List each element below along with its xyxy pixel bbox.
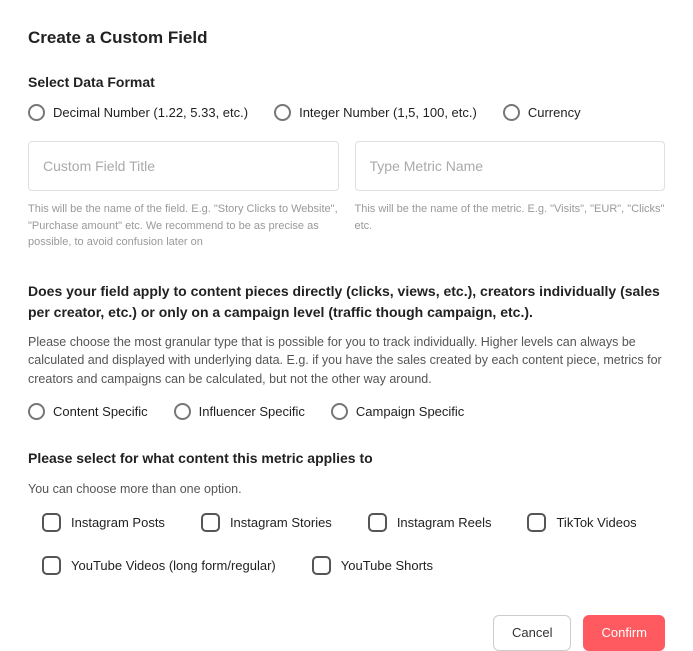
field-title-help: This will be the name of the field. E.g.… (28, 201, 339, 251)
checkbox-tiktok-videos[interactable]: TikTok Videos (527, 513, 636, 532)
radio-content-specific[interactable]: Content Specific (28, 403, 148, 420)
checkbox-youtube-shorts[interactable]: YouTube Shorts (312, 556, 433, 575)
checkbox-icon (42, 556, 61, 575)
content-applies-sub: You can choose more than one option. (28, 480, 665, 499)
content-applies-section: Please select for what content this metr… (28, 450, 665, 575)
checkbox-label: TikTok Videos (556, 515, 636, 530)
radio-label: Currency (528, 105, 581, 120)
radio-campaign-specific[interactable]: Campaign Specific (331, 403, 464, 420)
radio-currency[interactable]: Currency (503, 104, 581, 121)
field-title-input[interactable] (28, 141, 339, 191)
checkbox-icon (527, 513, 546, 532)
content-applies-grid: Instagram Posts Instagram Stories Instag… (28, 513, 665, 575)
granularity-help: Please choose the most granular type tha… (28, 333, 665, 389)
cancel-button[interactable]: Cancel (493, 615, 571, 651)
granularity-section: Does your field apply to content pieces … (28, 281, 665, 420)
radio-label: Decimal Number (1.22, 5.33, etc.) (53, 105, 248, 120)
radio-label: Integer Number (1,5, 100, etc.) (299, 105, 477, 120)
radio-icon (28, 403, 45, 420)
page-title: Create a Custom Field (28, 28, 665, 48)
radio-icon (331, 403, 348, 420)
radio-influencer-specific[interactable]: Influencer Specific (174, 403, 305, 420)
content-applies-heading: Please select for what content this metr… (28, 450, 665, 466)
metric-name-help: This will be the name of the metric. E.g… (355, 201, 666, 234)
checkbox-youtube-videos[interactable]: YouTube Videos (long form/regular) (42, 556, 276, 575)
checkbox-label: Instagram Posts (71, 515, 165, 530)
checkbox-instagram-stories[interactable]: Instagram Stories (201, 513, 332, 532)
field-title-col: This will be the name of the field. E.g.… (28, 141, 339, 251)
data-format-radio-row: Decimal Number (1.22, 5.33, etc.) Intege… (28, 104, 665, 121)
granularity-radio-row: Content Specific Influencer Specific Cam… (28, 403, 665, 420)
data-format-heading: Select Data Format (28, 74, 665, 90)
checkbox-icon (368, 513, 387, 532)
checkbox-label: Instagram Reels (397, 515, 492, 530)
radio-icon (274, 104, 291, 121)
checkbox-label: YouTube Shorts (341, 558, 433, 573)
radio-decimal[interactable]: Decimal Number (1.22, 5.33, etc.) (28, 104, 248, 121)
checkbox-icon (42, 513, 61, 532)
data-format-section: Select Data Format Decimal Number (1.22,… (28, 74, 665, 121)
checkbox-instagram-posts[interactable]: Instagram Posts (42, 513, 165, 532)
radio-icon (503, 104, 520, 121)
radio-label: Content Specific (53, 404, 148, 419)
dialog-footer: Cancel Confirm (28, 615, 665, 651)
checkbox-label: YouTube Videos (long form/regular) (71, 558, 276, 573)
metric-name-input[interactable] (355, 141, 666, 191)
checkbox-icon (312, 556, 331, 575)
radio-integer[interactable]: Integer Number (1,5, 100, etc.) (274, 104, 477, 121)
inputs-row: This will be the name of the field. E.g.… (28, 141, 665, 251)
confirm-button[interactable]: Confirm (583, 615, 665, 651)
checkbox-icon (201, 513, 220, 532)
granularity-question: Does your field apply to content pieces … (28, 281, 665, 323)
radio-icon (28, 104, 45, 121)
radio-label: Influencer Specific (199, 404, 305, 419)
radio-label: Campaign Specific (356, 404, 464, 419)
metric-name-col: This will be the name of the metric. E.g… (355, 141, 666, 251)
radio-icon (174, 403, 191, 420)
checkbox-instagram-reels[interactable]: Instagram Reels (368, 513, 492, 532)
checkbox-label: Instagram Stories (230, 515, 332, 530)
